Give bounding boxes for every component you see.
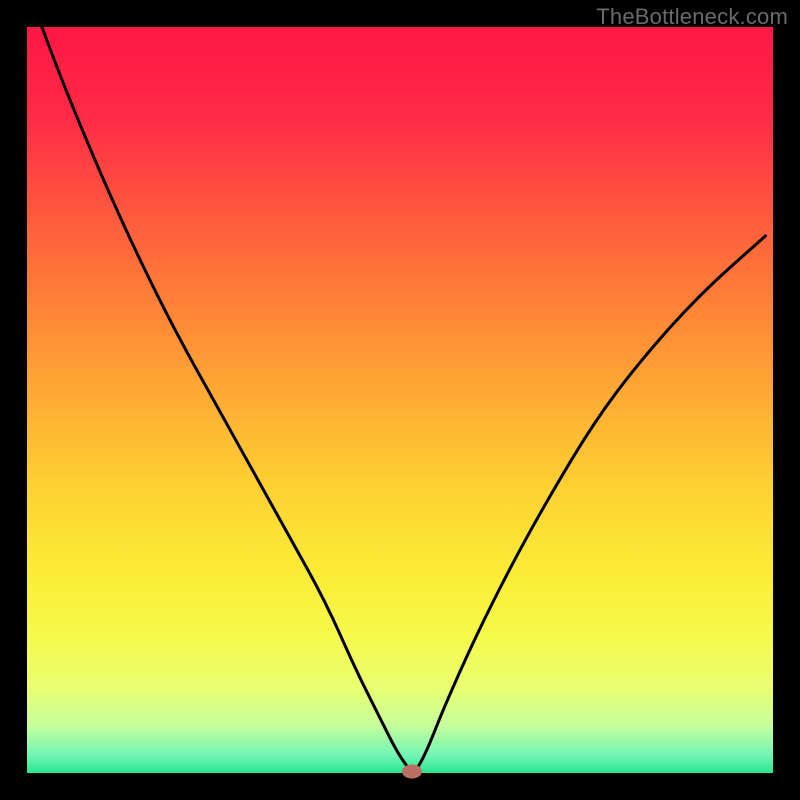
plot-area: [27, 27, 773, 773]
watermark-text: TheBottleneck.com: [596, 4, 788, 30]
bottleneck-chart: [0, 0, 800, 800]
chart-container: TheBottleneck.com: [0, 0, 800, 800]
min-point-marker: [402, 765, 422, 779]
